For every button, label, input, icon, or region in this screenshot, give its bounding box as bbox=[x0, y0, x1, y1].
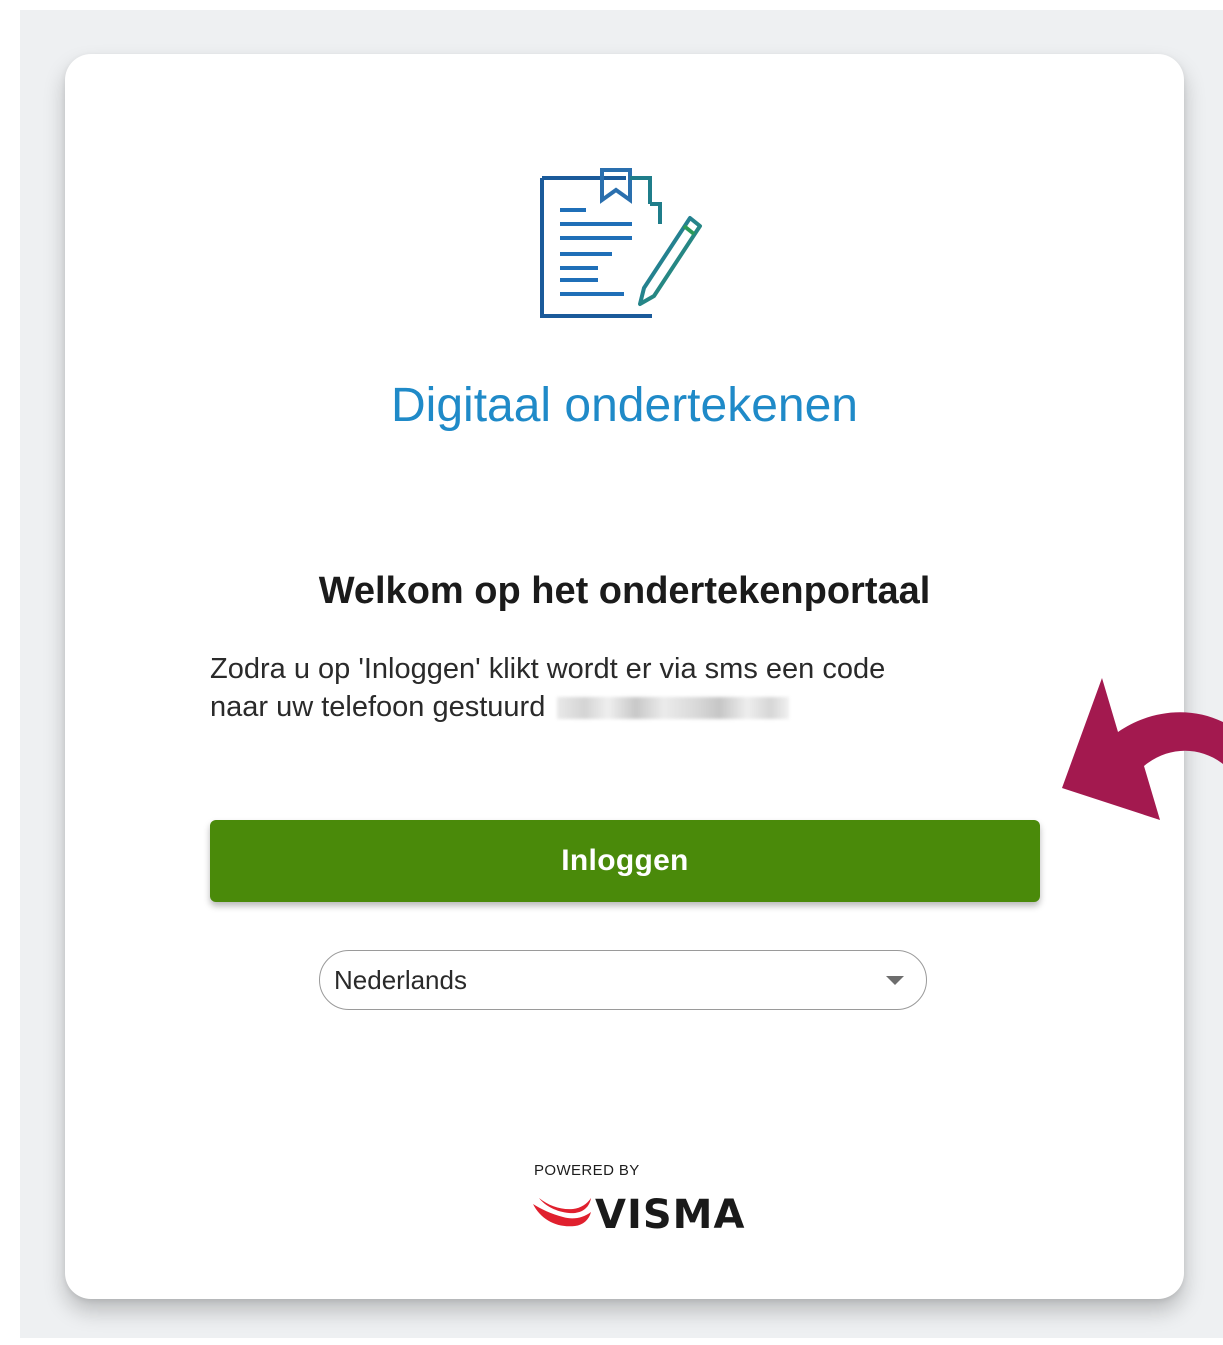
language-select-value: Nederlands bbox=[334, 965, 467, 995]
redacted-phone-number bbox=[557, 697, 790, 719]
welcome-heading: Welkom op het ondertekenportaal bbox=[318, 570, 931, 612]
login-description: Zodra u op 'Inloggen' klikt wordt er via… bbox=[210, 650, 1010, 726]
visma-logo: VISMA bbox=[531, 1192, 744, 1238]
document-sign-icon bbox=[540, 168, 702, 318]
language-select[interactable]: Nederlands bbox=[319, 950, 927, 1010]
description-line-1: Zodra u op 'Inloggen' klikt wordt er via… bbox=[210, 653, 886, 685]
visma-wordmark: VISMA bbox=[595, 1192, 746, 1238]
visma-mark-icon bbox=[533, 1198, 591, 1227]
login-button[interactable]: Inloggen bbox=[210, 820, 1040, 902]
caret-down-icon[interactable] bbox=[886, 976, 904, 985]
app-title: Digitaal ondertekenen bbox=[391, 379, 858, 432]
description-line-2: naar uw telefoon gestuurd bbox=[210, 688, 1010, 726]
annotation-arrow-icon bbox=[1062, 678, 1223, 820]
description-line-2-text: naar uw telefoon gestuurd bbox=[210, 691, 546, 723]
powered-by-label: POWERED BY bbox=[534, 1162, 640, 1179]
